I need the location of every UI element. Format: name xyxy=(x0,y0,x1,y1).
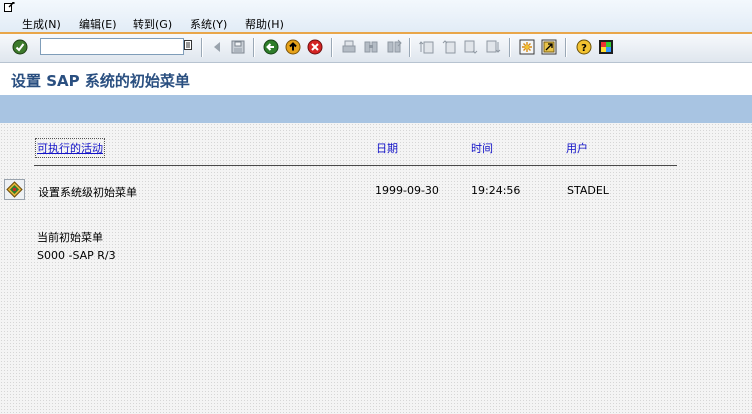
menu-system[interactable]: 系统(Y) xyxy=(190,16,227,32)
svg-text:?: ? xyxy=(581,43,587,54)
application-toolbar xyxy=(0,95,752,123)
find-next-icon[interactable] xyxy=(386,39,402,55)
activity-user: STADEL xyxy=(567,184,609,197)
save-icon[interactable] xyxy=(230,39,246,55)
menu-goto[interactable]: 转到(G) xyxy=(133,16,172,32)
last-page-icon[interactable] xyxy=(485,39,501,55)
toolbar-separator xyxy=(409,38,411,57)
execute-activity-icon[interactable] xyxy=(4,179,25,200)
menu-generate[interactable]: 生成(N) xyxy=(22,16,61,32)
shortcut-icon[interactable] xyxy=(541,39,557,55)
column-header-time[interactable]: 时间 xyxy=(471,140,493,156)
activity-time: 19:24:56 xyxy=(471,184,521,197)
title-bar: 设置 SAP 系统的初始菜单 xyxy=(0,63,752,95)
cancel-icon[interactable] xyxy=(307,39,323,55)
back-arrow-icon[interactable] xyxy=(210,39,226,55)
column-header-user[interactable]: 用户 xyxy=(566,140,588,156)
command-field[interactable] xyxy=(40,38,184,55)
standard-toolbar: ? xyxy=(0,34,752,63)
first-page-icon[interactable] xyxy=(419,39,435,55)
activity-date: 1999-09-30 xyxy=(375,184,439,197)
activity-label[interactable]: 设置系统级初始菜单 xyxy=(38,184,137,200)
command-dropdown-icon[interactable] xyxy=(183,39,195,55)
previous-page-icon[interactable] xyxy=(441,39,457,55)
toolbar-separator xyxy=(253,38,255,57)
column-header-date[interactable]: 日期 xyxy=(376,140,398,156)
back-icon[interactable] xyxy=(263,39,279,55)
toolbar-separator xyxy=(331,38,333,57)
toolbar-separator xyxy=(201,38,203,57)
find-icon[interactable] xyxy=(363,39,379,55)
create-session-icon[interactable] xyxy=(519,39,535,55)
header-divider xyxy=(34,165,677,166)
toolbar-separator xyxy=(565,38,567,57)
print-icon[interactable] xyxy=(341,39,357,55)
page-title: 设置 SAP 系统的初始菜单 xyxy=(11,72,190,90)
menu-bar: 生成(N) 编辑(E) 转到(G) 系统(Y) 帮助(H) xyxy=(0,0,752,34)
exit-icon[interactable] xyxy=(285,39,301,55)
system-menu-icon[interactable] xyxy=(4,1,15,12)
menu-edit[interactable]: 编辑(E) xyxy=(79,16,117,32)
help-icon[interactable]: ? xyxy=(576,39,592,55)
toolbar-separator xyxy=(509,38,511,57)
current-menu-value: S000 -SAP R/3 xyxy=(37,249,116,262)
current-menu-label: 当前初始菜单 xyxy=(37,231,103,244)
enter-icon[interactable] xyxy=(12,39,28,55)
column-header-activity[interactable]: 可执行的活动 xyxy=(35,138,105,158)
next-page-icon[interactable] xyxy=(463,39,479,55)
customize-layout-icon[interactable] xyxy=(598,39,614,55)
menu-help[interactable]: 帮助(H) xyxy=(245,16,284,32)
